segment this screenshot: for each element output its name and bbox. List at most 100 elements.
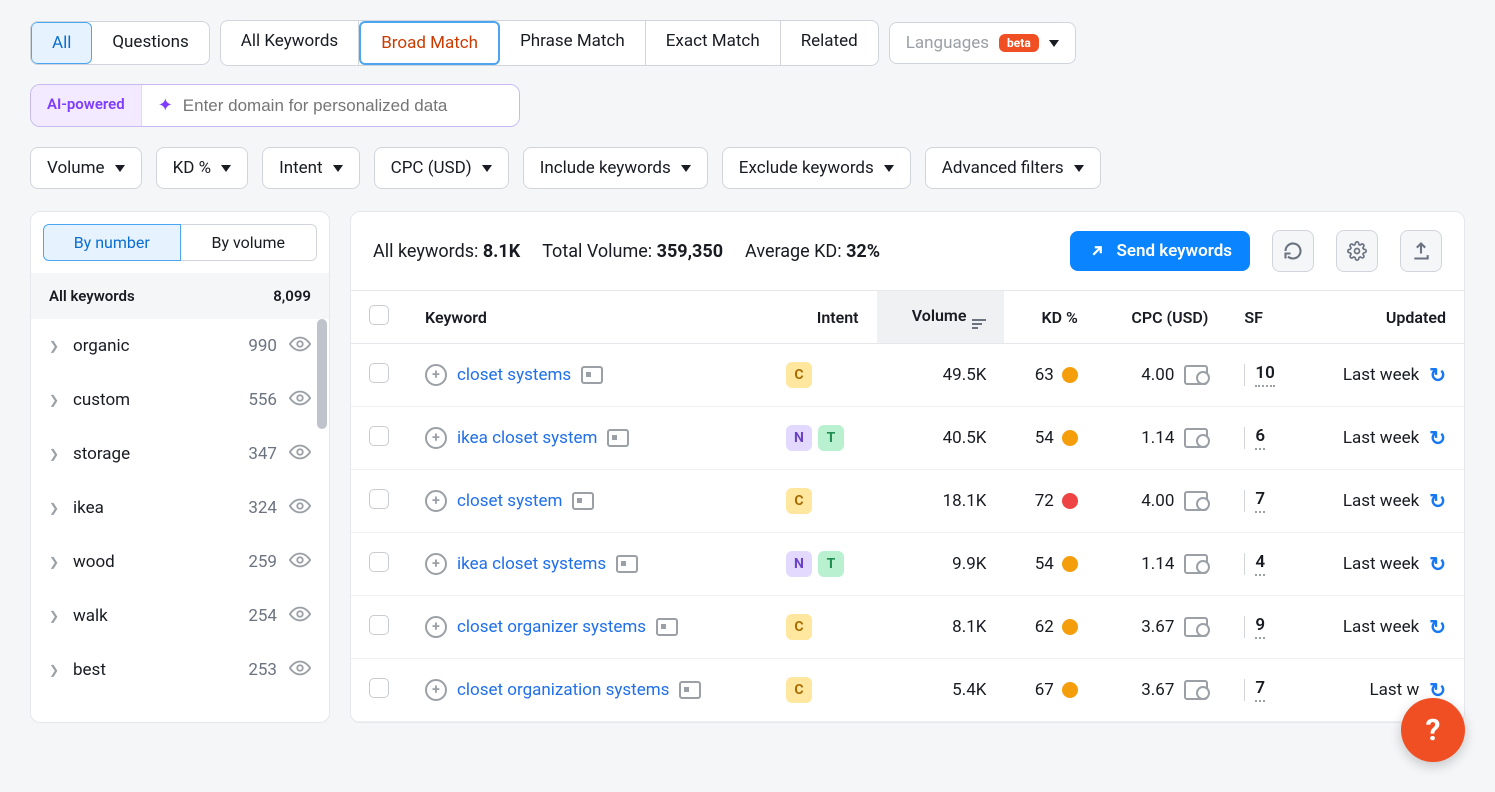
- cpc-cell: 4.00: [1114, 491, 1209, 511]
- refresh-row-icon[interactable]: ↻: [1429, 426, 1446, 450]
- serp-icon[interactable]: [656, 618, 678, 636]
- sidebar-item-label: best: [73, 660, 236, 680]
- tab-all-keywords[interactable]: All Keywords: [221, 21, 359, 65]
- row-checkbox[interactable]: [369, 489, 389, 509]
- refresh-row-icon[interactable]: ↻: [1429, 489, 1446, 513]
- cpc-detail-icon[interactable]: [1184, 491, 1208, 511]
- sidebar-tab-by-number[interactable]: By number: [43, 224, 181, 261]
- languages-dropdown[interactable]: Languages beta: [889, 22, 1076, 64]
- tab-exact-match[interactable]: Exact Match: [646, 21, 781, 65]
- col-updated[interactable]: Updated: [1303, 291, 1464, 344]
- sidebar-item[interactable]: ❯ wood 259: [31, 535, 329, 589]
- sf-value[interactable]: 7: [1255, 489, 1265, 513]
- col-intent[interactable]: Intent: [768, 291, 877, 344]
- filter-include[interactable]: Include keywords: [523, 147, 708, 189]
- export-button[interactable]: [1400, 230, 1442, 272]
- filter-cpc[interactable]: CPC (USD): [374, 147, 509, 189]
- sf-value[interactable]: 6: [1255, 426, 1265, 450]
- refresh-row-icon[interactable]: ↻: [1429, 552, 1446, 576]
- sf-value[interactable]: 10: [1255, 363, 1274, 387]
- eye-icon[interactable]: [289, 333, 311, 359]
- ai-domain-input[interactable]: [183, 96, 503, 116]
- filter-advanced-label: Advanced filters: [942, 158, 1064, 178]
- col-cpc[interactable]: CPC (USD): [1096, 291, 1227, 344]
- sidebar-scrollbar[interactable]: [317, 319, 327, 429]
- tab-questions[interactable]: Questions: [92, 22, 208, 64]
- filter-volume[interactable]: Volume: [30, 147, 142, 189]
- sidebar-item[interactable]: ❯ storage 347: [31, 427, 329, 481]
- sidebar-item[interactable]: ❯ best 253: [31, 643, 329, 697]
- eye-icon[interactable]: [289, 603, 311, 629]
- send-keywords-button[interactable]: Send keywords: [1070, 231, 1250, 271]
- kd-cell: 54: [1022, 554, 1077, 574]
- tab-all[interactable]: All: [31, 22, 92, 64]
- gear-icon: [1347, 241, 1367, 261]
- serp-icon[interactable]: [616, 555, 638, 573]
- filter-intent[interactable]: Intent: [262, 147, 360, 189]
- refresh-row-icon[interactable]: ↻: [1429, 363, 1446, 387]
- settings-button[interactable]: [1336, 230, 1378, 272]
- col-keyword[interactable]: Keyword: [407, 291, 768, 344]
- row-checkbox[interactable]: [369, 363, 389, 383]
- sidebar-item[interactable]: ❯ walk 254: [31, 589, 329, 643]
- sidebar-item-label: organic: [73, 336, 236, 356]
- eye-icon[interactable]: [289, 657, 311, 683]
- col-volume[interactable]: Volume: [877, 291, 1005, 344]
- tab-phrase-match[interactable]: Phrase Match: [500, 21, 646, 65]
- add-keyword-icon[interactable]: +: [425, 679, 447, 701]
- sf-value[interactable]: 7: [1255, 678, 1265, 702]
- sidebar-item[interactable]: ❯ ikea 324: [31, 481, 329, 535]
- add-keyword-icon[interactable]: +: [425, 616, 447, 638]
- keyword-link[interactable]: ikea closet systems: [457, 554, 606, 574]
- cpc-detail-icon[interactable]: [1184, 680, 1208, 700]
- updated-cell: Last week↻: [1321, 552, 1446, 576]
- row-checkbox[interactable]: [369, 615, 389, 635]
- col-kd[interactable]: KD %: [1004, 291, 1095, 344]
- row-checkbox[interactable]: [369, 678, 389, 698]
- keyword-link[interactable]: closet organization systems: [457, 680, 669, 700]
- eye-icon[interactable]: [289, 549, 311, 575]
- sidebar-tab-by-volume[interactable]: By volume: [181, 224, 318, 261]
- eye-icon[interactable]: [289, 387, 311, 413]
- keyword-link[interactable]: closet systems: [457, 365, 571, 385]
- serp-icon[interactable]: [607, 429, 629, 447]
- row-checkbox[interactable]: [369, 426, 389, 446]
- cpc-detail-icon[interactable]: [1184, 554, 1208, 574]
- kd-difficulty-dot: [1062, 367, 1078, 383]
- add-keyword-icon[interactable]: +: [425, 490, 447, 512]
- filter-kd[interactable]: KD %: [156, 147, 249, 189]
- serp-icon[interactable]: [581, 366, 603, 384]
- sidebar-item[interactable]: ❯ organic 990: [31, 319, 329, 373]
- cpc-detail-icon[interactable]: [1184, 428, 1208, 448]
- eye-icon[interactable]: [289, 441, 311, 467]
- serp-icon[interactable]: [679, 681, 701, 699]
- tab-related[interactable]: Related: [781, 21, 878, 65]
- tab-broad-match[interactable]: Broad Match: [359, 21, 500, 65]
- select-all-checkbox[interactable]: [369, 305, 389, 325]
- col-sf[interactable]: SF: [1226, 291, 1303, 344]
- keyword-link[interactable]: closet system: [457, 491, 562, 511]
- cpc-detail-icon[interactable]: [1184, 365, 1208, 385]
- row-checkbox[interactable]: [369, 552, 389, 572]
- add-keyword-icon[interactable]: +: [425, 427, 447, 449]
- eye-icon[interactable]: [289, 495, 311, 521]
- refresh-row-icon[interactable]: ↻: [1429, 615, 1446, 639]
- sidebar-item[interactable]: ❯ custom 556: [31, 373, 329, 427]
- refresh-button[interactable]: [1272, 230, 1314, 272]
- filter-advanced[interactable]: Advanced filters: [925, 147, 1101, 189]
- cpc-detail-icon[interactable]: [1184, 617, 1208, 637]
- keyword-link[interactable]: closet organizer systems: [457, 617, 646, 637]
- filter-cpc-label: CPC (USD): [391, 158, 472, 178]
- sf-value[interactable]: 4: [1255, 552, 1265, 576]
- add-keyword-icon[interactable]: +: [425, 553, 447, 575]
- sf-value[interactable]: 9: [1255, 615, 1265, 639]
- filter-exclude[interactable]: Exclude keywords: [722, 147, 911, 189]
- chevron-right-icon: ❯: [49, 501, 61, 515]
- serp-icon[interactable]: [572, 492, 594, 510]
- results-panel: All keywords: 8.1K Total Volume: 359,350…: [350, 211, 1465, 723]
- help-button[interactable]: ?: [1401, 698, 1465, 762]
- intent-cell: C: [786, 488, 859, 514]
- keyword-link[interactable]: ikea closet system: [457, 428, 597, 448]
- add-keyword-icon[interactable]: +: [425, 364, 447, 386]
- refresh-icon: [1283, 241, 1303, 261]
